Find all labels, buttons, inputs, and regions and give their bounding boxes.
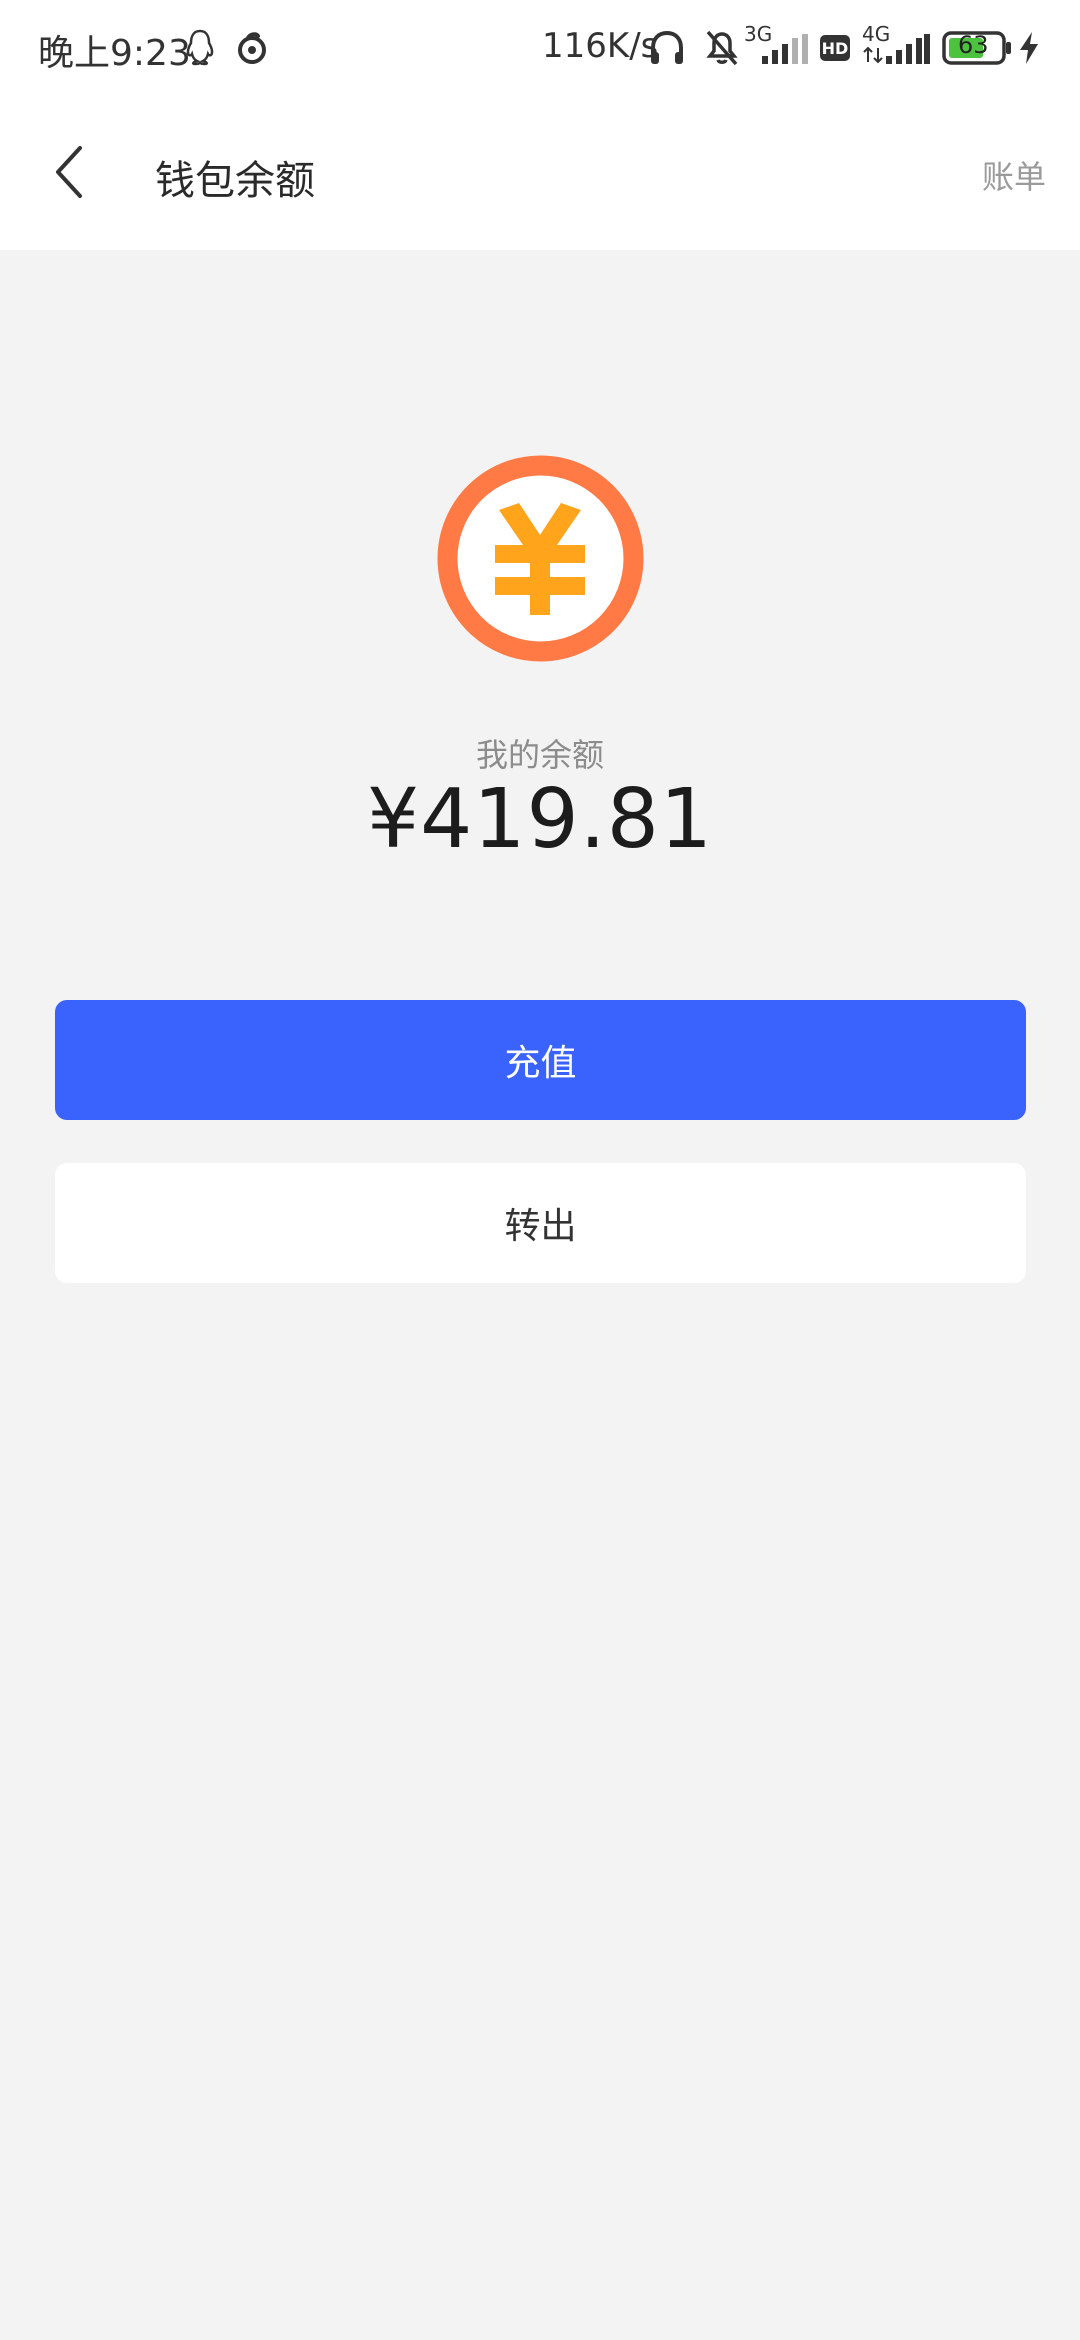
page-title: 钱包余额 bbox=[155, 158, 315, 204]
signal-3g-icon bbox=[762, 34, 808, 64]
battery-level: 63 bbox=[958, 31, 989, 59]
status-bar: 晚上9:23 116K/s 3G HD 4G 63 bbox=[0, 0, 1080, 96]
status-time: 晚上9:23 bbox=[38, 33, 191, 74]
network-speed: 116K/s bbox=[542, 26, 659, 66]
signal-4g-icon bbox=[863, 34, 930, 64]
chevron-left-icon bbox=[56, 146, 82, 198]
transfer-out-button[interactable]: 转出 bbox=[55, 1163, 1026, 1283]
netease-music-icon bbox=[238, 32, 266, 64]
hd-icon: HD bbox=[820, 35, 850, 61]
recharge-button[interactable]: 充值 bbox=[55, 1000, 1026, 1120]
top-app-bar: 钱包余额 账单 bbox=[0, 96, 1080, 250]
transfer-out-button-label: 转出 bbox=[504, 1206, 577, 1247]
yuan-coin-icon bbox=[437, 455, 644, 662]
hd-label: HD bbox=[821, 38, 849, 58]
balance-label: 我的余额 bbox=[475, 736, 604, 774]
bell-muted-icon bbox=[706, 30, 738, 66]
recharge-button-label: 充值 bbox=[504, 1043, 577, 1084]
headphones-icon bbox=[651, 30, 683, 64]
balance-amount: ¥419.81 bbox=[366, 772, 714, 867]
bill-link[interactable]: 账单 bbox=[982, 152, 1046, 198]
back-button[interactable] bbox=[44, 142, 100, 202]
qq-icon bbox=[186, 29, 214, 66]
charging-icon bbox=[1020, 32, 1038, 64]
